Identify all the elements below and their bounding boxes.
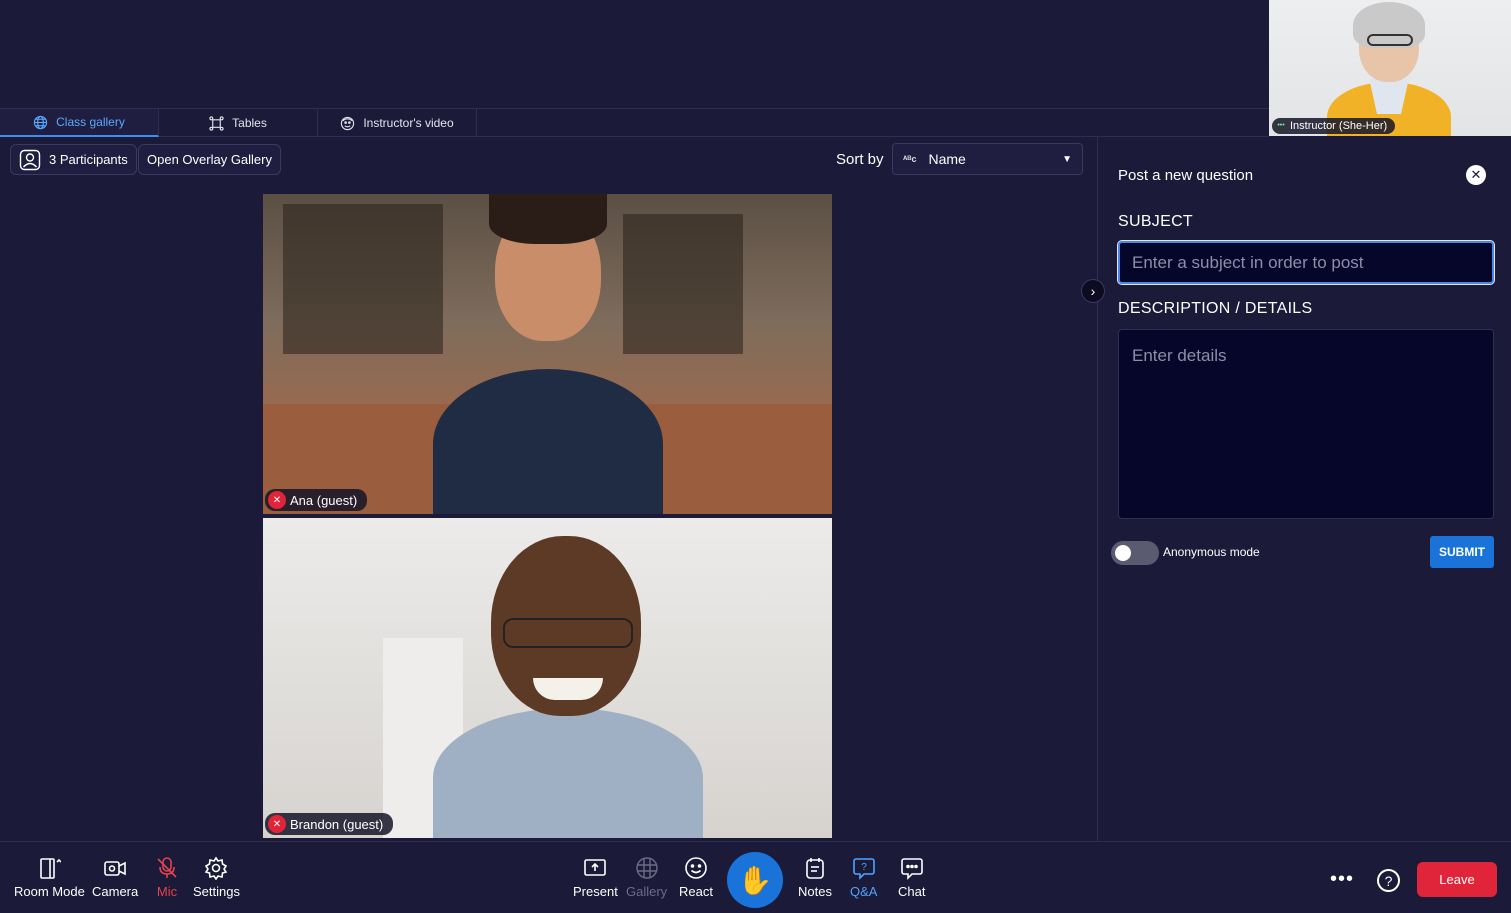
person-glasses [503, 618, 633, 648]
top-empty-area [0, 0, 1269, 108]
sort-alpha-icon: ᴬᴮc [903, 154, 917, 164]
tool-label: Chat [898, 884, 926, 899]
subject-input[interactable] [1117, 240, 1495, 285]
subject-label: SUBJECT [1118, 213, 1193, 230]
door-icon [40, 858, 62, 879]
chat-bubble-icon [900, 858, 923, 880]
tool-label: Gallery [626, 884, 668, 899]
mic-button[interactable]: Mic [155, 856, 179, 899]
class-gallery: 3 Participants Open Overlay Gallery Sort… [0, 137, 1097, 841]
hand-icon: ✋ [737, 864, 773, 896]
notes-button[interactable]: Notes [798, 856, 832, 899]
svg-text:?: ? [861, 862, 867, 873]
grid-icon [635, 857, 658, 879]
tool-label: Notes [798, 884, 832, 899]
toggle-knob [1115, 545, 1131, 561]
participant-name: Brandon (guest) [290, 816, 384, 832]
instructor-name: Instructor (She-Her) [1290, 120, 1388, 132]
sort-select[interactable]: ᴬᴮc Name ▼ [892, 143, 1083, 175]
more-options-icon[interactable]: ••• [1330, 868, 1354, 891]
globe-icon [33, 115, 48, 129]
person-hair [489, 194, 607, 244]
mic-off-icon: ✕ [268, 815, 286, 833]
tables-icon [209, 115, 224, 131]
tool-label: Camera [92, 884, 139, 899]
bottom-toolbar: Room Mode Camera Mic Settings Present Ga… [0, 841, 1511, 913]
tab-label: Tables [232, 116, 267, 130]
tab-label: Class gallery [56, 115, 125, 129]
settings-button[interactable]: Settings [193, 856, 240, 899]
help-icon[interactable]: ? [1377, 869, 1400, 892]
mic-off-icon [157, 857, 177, 878]
app-window: ••• Instructor (She-Her) Class gallery T… [0, 0, 1511, 913]
tab-tables[interactable]: Tables [159, 109, 318, 137]
participant-icon [19, 149, 41, 170]
audio-dots-icon: ••• [1276, 121, 1286, 131]
video-tile-brandon[interactable]: ✕ Brandon (guest) [263, 518, 832, 838]
participant-name-tag: ✕ Brandon (guest) [265, 813, 394, 835]
notes-icon [806, 858, 824, 879]
tool-label: Room Mode [14, 884, 85, 899]
tab-class-gallery[interactable]: Class gallery [0, 109, 159, 137]
gallery-button[interactable]: Gallery [626, 856, 667, 899]
tool-label: Present [573, 884, 618, 899]
participant-name-tag: ✕ Ana (guest) [265, 489, 368, 511]
mic-off-icon: ✕ [268, 491, 286, 509]
instructor-video[interactable]: ••• Instructor (She-Her) [1269, 0, 1511, 136]
anonymous-label: Anonymous mode [1163, 545, 1260, 559]
person-shirt [433, 369, 663, 514]
background-bookshelf [623, 214, 743, 354]
background-bookshelf [283, 204, 443, 354]
participants-label: 3 Participants [49, 152, 128, 167]
tool-label: Settings [193, 884, 240, 899]
anonymous-toggle[interactable] [1111, 541, 1159, 565]
gear-icon [205, 856, 228, 880]
view-tabs: Class gallery Tables Instructor's video [0, 108, 1269, 137]
tool-label: Mic [156, 884, 178, 899]
leave-button[interactable]: Leave [1417, 862, 1497, 897]
video-tile-ana[interactable]: ✕ Ana (guest) [263, 194, 832, 514]
present-icon [584, 859, 607, 876]
camera-button[interactable]: Camera [92, 856, 138, 899]
question-bubble-icon: ? [852, 858, 875, 880]
person-shirt [433, 708, 703, 838]
submit-button[interactable]: SUBMIT [1430, 536, 1494, 568]
participants-button[interactable]: 3 Participants [10, 144, 137, 175]
close-icon[interactable]: ✕ [1466, 165, 1486, 185]
tab-label: Instructor's video [363, 116, 454, 130]
present-button[interactable]: Present [573, 856, 618, 899]
details-textarea[interactable] [1118, 329, 1494, 519]
qa-panel: Post a new question ✕ SUBJECT DESCRIPTIO… [1097, 137, 1511, 841]
chevron-right-icon[interactable]: › [1081, 279, 1105, 303]
react-button[interactable]: React [679, 856, 713, 899]
panel-title: Post a new question [1118, 167, 1254, 184]
instructor-icon [341, 116, 355, 130]
details-label: DESCRIPTION / DETAILS [1118, 300, 1313, 317]
raise-hand-button[interactable]: ✋ [727, 852, 783, 908]
room-mode-button[interactable]: Room Mode [14, 856, 85, 899]
overlay-label: Open Overlay Gallery [147, 152, 272, 167]
tool-label: Q&A [850, 884, 878, 899]
chevron-down-icon: ▼ [1062, 153, 1072, 165]
instructor-name-tag: ••• Instructor (She-Her) [1272, 118, 1396, 134]
sort-value: Name [928, 151, 966, 167]
qa-button[interactable]: ? Q&A [850, 856, 877, 899]
sort-by-label: Sort by [836, 151, 884, 168]
smiley-icon [685, 857, 707, 879]
tool-label: React [679, 884, 713, 899]
chat-button[interactable]: Chat [898, 856, 925, 899]
camera-icon [104, 861, 126, 876]
open-overlay-gallery-button[interactable]: Open Overlay Gallery [138, 144, 281, 175]
instructor-figure-glasses [1367, 34, 1413, 46]
person-smile [533, 678, 603, 700]
tab-instructors-video[interactable]: Instructor's video [318, 109, 477, 137]
participant-name: Ana (guest) [290, 492, 358, 508]
